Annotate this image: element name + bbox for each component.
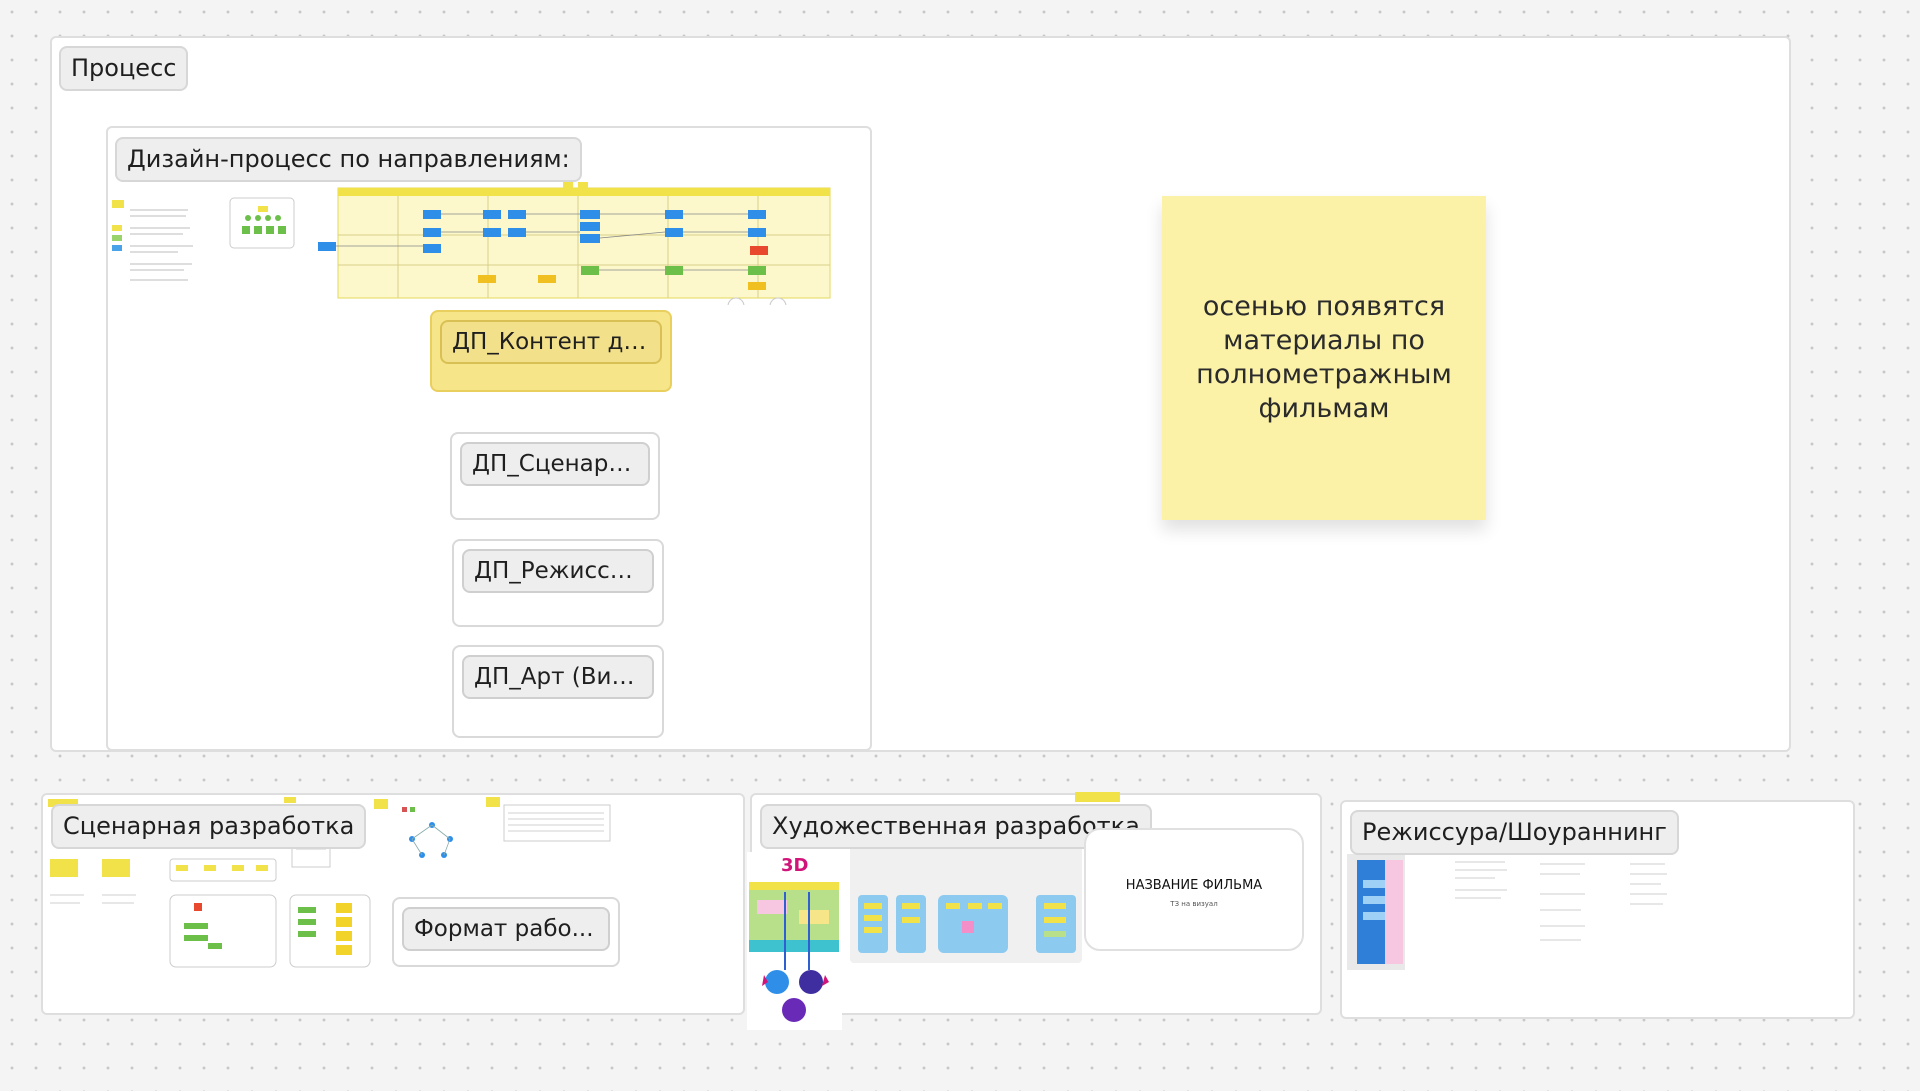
directing-thumbnails (1345, 850, 1675, 975)
script-design-card-title: ДП_Сценарн... (460, 442, 650, 486)
content-design-card[interactable]: ДП_Контент де... (430, 310, 672, 392)
film-title-card[interactable]: НАЗВАНИЕ ФИЛЬМА ТЗ на визуал (1084, 828, 1304, 951)
director-design-card-title: ДП_Режиссе... (462, 549, 654, 593)
design-process-diagram-thumbnail[interactable] (108, 180, 838, 315)
work-format-card-title: Формат рабо... (402, 907, 610, 951)
art-design-card[interactable]: ДП_Арт (Виз... (452, 645, 664, 738)
sticky-note[interactable]: осенью появятся материалы по полнометраж… (1162, 196, 1486, 520)
director-design-card[interactable]: ДП_Режиссе... (452, 539, 664, 627)
art-boards-thumbnail (850, 845, 1082, 963)
art-small-note (1075, 792, 1120, 802)
art-design-card-title: ДП_Арт (Виз... (462, 655, 654, 699)
scenario-frame-title[interactable]: Сценарная разработка (51, 804, 367, 849)
design-process-frame-title[interactable]: Дизайн-процесс по направлениям: (115, 137, 582, 182)
work-format-card[interactable]: Формат рабо... (392, 897, 620, 967)
art-3d-thumbnail[interactable]: 3D (747, 852, 842, 1030)
script-design-card[interactable]: ДП_Сценарн... (450, 432, 660, 520)
film-title-text: НАЗВАНИЕ ФИЛЬМА (1125, 878, 1263, 893)
directing-frame-title[interactable]: Режиссура/Шоураннинг (1350, 810, 1679, 855)
content-design-card-title: ДП_Контент де... (440, 320, 662, 364)
film-subtitle-text: ТЗ на визуал (1170, 900, 1218, 908)
process-frame-title[interactable]: Процесс (59, 46, 189, 91)
